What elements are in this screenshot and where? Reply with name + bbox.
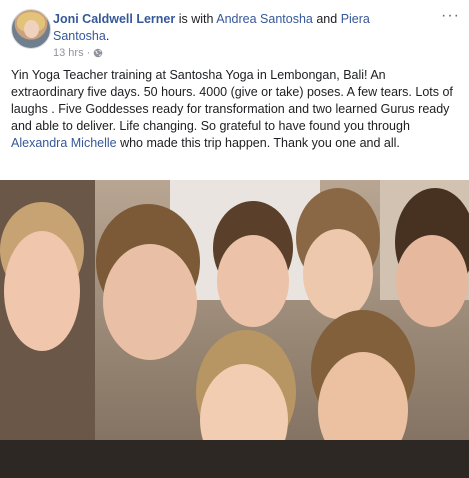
meta-separator: ·: [86, 47, 91, 59]
mention-link[interactable]: Alexandra Michelle: [11, 136, 117, 150]
post-text-part1: Yin Yoga Teacher training at Santosha Yo…: [11, 68, 453, 133]
post-meta: 13 hrs ·: [53, 46, 103, 60]
more-options-icon[interactable]: ···: [441, 8, 459, 25]
group-photo-image: [0, 180, 469, 478]
tagged-user-1[interactable]: Andrea Santosha: [216, 12, 313, 26]
post-photo[interactable]: [0, 180, 469, 478]
is-with-text: is with: [175, 12, 217, 26]
avatar-face: [24, 20, 39, 38]
post-header: Joni Caldwell Lerner is with Andrea Sant…: [11, 8, 459, 60]
author-link[interactable]: Joni Caldwell Lerner: [53, 12, 175, 26]
post-text-part2: who made this trip happen. Thank you one…: [116, 136, 400, 150]
globe-icon: [93, 48, 103, 58]
profile-avatar[interactable]: [11, 9, 51, 49]
post-header-text: Joni Caldwell Lerner is with Andrea Sant…: [53, 11, 423, 45]
period-text: .: [105, 29, 110, 43]
post-time[interactable]: 13 hrs: [53, 46, 84, 60]
and-text: and: [312, 12, 341, 26]
post-text: Yin Yoga Teacher training at Santosha Yo…: [11, 67, 459, 152]
